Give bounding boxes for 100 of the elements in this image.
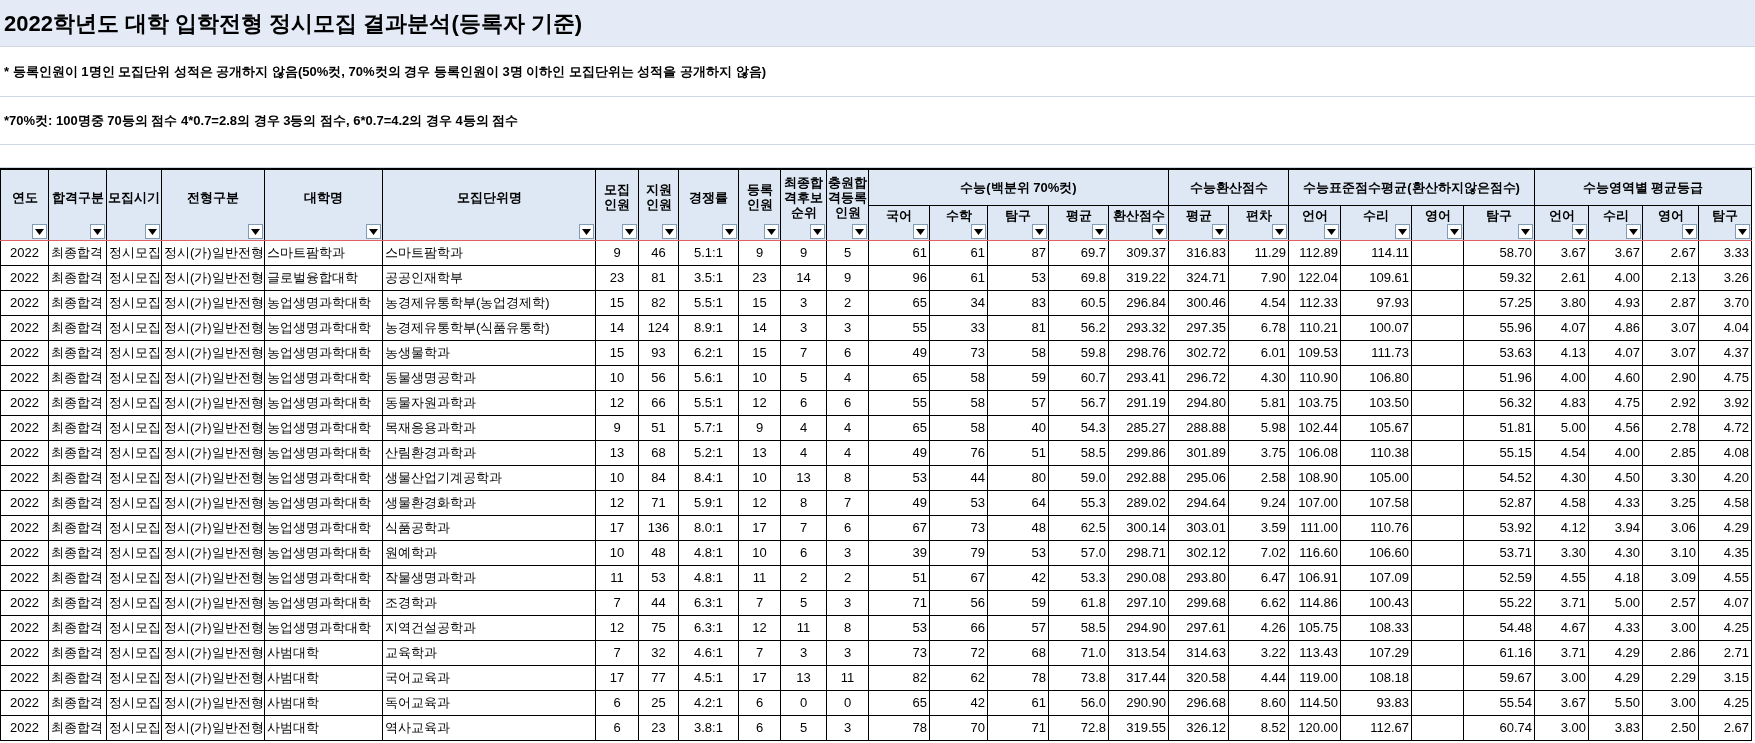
table-cell: 106.80	[1340, 365, 1412, 391]
table-cell: 53.92	[1463, 515, 1535, 541]
table-cell: 2.61	[1534, 265, 1589, 291]
table-cell: 0	[826, 690, 869, 716]
table-cell: 119.00	[1288, 665, 1341, 691]
filter-button[interactable]	[1092, 224, 1107, 239]
table-cell: 0	[780, 690, 827, 716]
table-cell: 6.47	[1228, 565, 1289, 591]
table-cell: 302.72	[1168, 340, 1229, 366]
filter-button[interactable]	[810, 224, 825, 239]
caret-icon	[855, 228, 864, 235]
table-cell: 4	[826, 365, 869, 391]
filter-button[interactable]	[1152, 224, 1168, 239]
filter-button[interactable]	[1626, 224, 1642, 239]
table-cell: 스마트팜학과	[264, 240, 383, 266]
table-cell: 55	[868, 390, 930, 416]
filter-button[interactable]	[1735, 224, 1751, 239]
table-cell: 5	[780, 365, 827, 391]
filter-button[interactable]	[1212, 224, 1228, 239]
table-cell: 299.86	[1108, 440, 1169, 466]
table-cell: 51.96	[1463, 365, 1535, 391]
table-cell: 290.08	[1108, 565, 1169, 591]
table-cell: 정시(가)일반전형	[161, 290, 265, 316]
filter-button[interactable]	[579, 224, 594, 239]
table-cell: 4.50	[1588, 465, 1643, 491]
filter-button[interactable]	[722, 224, 737, 239]
filter-button[interactable]	[90, 224, 105, 239]
table-cell: 53.63	[1463, 340, 1535, 366]
table-cell: 2022	[0, 240, 49, 266]
table-cell: 4.07	[1534, 315, 1589, 341]
filter-button[interactable]	[764, 224, 779, 239]
table-cell: 스마트팜학과	[382, 240, 596, 266]
column-header: 모집시기	[108, 189, 160, 205]
filter-button[interactable]	[32, 224, 47, 239]
table-cell: 3.10	[1642, 540, 1699, 566]
table-cell: 73.8	[1048, 665, 1109, 691]
table-cell: 72.8	[1048, 715, 1109, 741]
filter-button[interactable]	[913, 224, 928, 239]
column-header: 합격구분	[51, 189, 104, 205]
table-cell: 296.84	[1108, 290, 1169, 316]
filter-button[interactable]	[1272, 224, 1288, 239]
table-cell: 6	[826, 390, 869, 416]
table-cell: 생물산업기계공학과	[382, 465, 596, 491]
filter-button[interactable]	[622, 224, 637, 239]
table-cell: 최종합격	[48, 490, 107, 516]
table-cell: 4.54	[1228, 290, 1289, 316]
table-cell: 5.00	[1534, 415, 1589, 441]
table-cell: 최종합격	[48, 690, 107, 716]
table-cell: 9	[595, 240, 639, 266]
filter-button[interactable]	[366, 224, 381, 239]
table-cell: 54.48	[1463, 615, 1535, 641]
table-cell: 62.5	[1048, 515, 1109, 541]
table-cell: 3.71	[1534, 590, 1589, 616]
table-cell: 44	[638, 590, 679, 616]
column-header: 언어	[1301, 207, 1328, 223]
filter-button[interactable]	[1447, 224, 1463, 239]
table-cell: 작물생명과학과	[382, 565, 596, 591]
filter-button[interactable]	[1572, 224, 1588, 239]
table-cell: 정시모집	[106, 315, 162, 341]
filter-button[interactable]	[662, 224, 677, 239]
table-cell: 65	[868, 415, 930, 441]
table-cell: 51.81	[1463, 415, 1535, 441]
filter-button[interactable]	[248, 224, 263, 239]
table-cell: 정시(가)일반전형	[161, 665, 265, 691]
table-cell: 12	[595, 490, 639, 516]
table-cell: 3.30	[1534, 540, 1589, 566]
filter-button[interactable]	[1324, 224, 1340, 239]
filter-button[interactable]	[1682, 224, 1698, 239]
filter-button[interactable]	[1395, 224, 1411, 239]
filter-button[interactable]	[145, 224, 160, 239]
table-cell: 11	[595, 565, 639, 591]
table-cell: 65	[868, 365, 930, 391]
table-cell: 11	[826, 665, 869, 691]
table-cell: 114.86	[1288, 590, 1341, 616]
table-cell: 농업생명과학대학	[264, 340, 383, 366]
table-cell: 112.67	[1340, 715, 1412, 741]
table-cell: 44	[929, 465, 988, 491]
table-cell: 4.58	[1534, 490, 1589, 516]
filter-button[interactable]	[852, 224, 867, 239]
table-cell: 2.67	[1642, 240, 1699, 266]
table-cell: 최종합격	[48, 315, 107, 341]
column-header: 경쟁률	[689, 189, 728, 205]
column-header: 국어	[886, 207, 912, 223]
table-cell: 농업생명과학대학	[264, 415, 383, 441]
table-cell: 3	[826, 315, 869, 341]
filter-button[interactable]	[1518, 224, 1534, 239]
table-cell: 56	[929, 590, 988, 616]
column-header: 평균	[1065, 207, 1092, 223]
filter-button[interactable]	[971, 224, 986, 239]
table-cell: 81	[987, 315, 1049, 341]
table-cell: 2022	[0, 290, 49, 316]
table-cell: 61.16	[1463, 640, 1535, 666]
table-cell: 2022	[0, 565, 49, 591]
table-cell: 2.90	[1642, 365, 1699, 391]
table-cell: 317.44	[1108, 665, 1169, 691]
table-cell: 2	[780, 565, 827, 591]
filter-button[interactable]	[1032, 224, 1047, 239]
table-cell: 293.80	[1168, 565, 1229, 591]
table-cell: 정시모집	[106, 515, 162, 541]
table-cell: 292.88	[1108, 465, 1169, 491]
